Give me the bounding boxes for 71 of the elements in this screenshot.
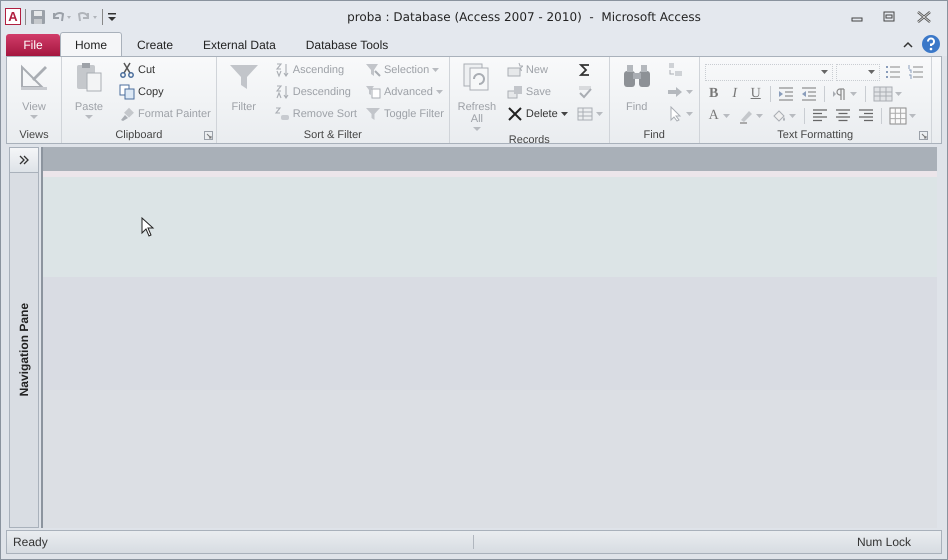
file-tab[interactable]: File xyxy=(6,34,60,56)
clear-sort-icon xyxy=(274,106,290,122)
caret-icon xyxy=(686,90,694,94)
caret-icon xyxy=(788,114,797,118)
numbered-list-icon xyxy=(908,64,924,80)
caret-icon xyxy=(894,92,903,96)
dialog-launcher-icon[interactable] xyxy=(918,131,928,140)
caret-icon xyxy=(560,112,569,116)
caret-icon xyxy=(686,112,694,116)
advanced-filter-icon xyxy=(364,84,381,100)
caret-icon xyxy=(432,68,440,72)
caret-icon xyxy=(850,92,858,96)
status-indicator: Num Lock xyxy=(856,535,912,549)
expand-pane-icon[interactable] xyxy=(18,155,30,165)
filter-selection-icon xyxy=(364,62,381,78)
gridlines-icon xyxy=(872,84,893,104)
funnel-icon xyxy=(364,106,381,122)
indent-icon xyxy=(778,86,794,102)
ribbon-button[interactable]: Cut xyxy=(117,59,213,81)
group-label: Text Formatting xyxy=(777,129,854,141)
caret-icon xyxy=(820,70,829,74)
sort-descending-icon xyxy=(274,84,290,100)
caret-icon xyxy=(596,112,604,116)
ribbon-button[interactable]: Copy xyxy=(117,81,213,103)
scissors-icon xyxy=(119,62,135,78)
ribbon-button[interactable]: Delete xyxy=(504,103,571,125)
align-left-icon xyxy=(812,108,828,124)
new-record-icon xyxy=(506,62,523,78)
caret-icon xyxy=(30,115,38,120)
group-label: Records xyxy=(508,134,550,146)
paintbrush-icon xyxy=(119,106,135,122)
group-label: Clipboard xyxy=(115,129,162,141)
navigation-pane-label[interactable]: Navigation Pane xyxy=(17,303,31,397)
mouse-pointer-icon xyxy=(141,217,155,237)
save-icon xyxy=(506,84,523,100)
ribbon-tab[interactable]: External Data xyxy=(188,32,291,56)
copy-icon xyxy=(119,84,135,100)
dialog-launcher-icon[interactable] xyxy=(204,131,213,140)
ribbon-tab[interactable]: Create xyxy=(122,32,188,56)
arrow-right-icon xyxy=(666,84,683,100)
caret-icon xyxy=(722,114,731,118)
replace-icon xyxy=(666,62,683,78)
group-label: Views xyxy=(19,129,49,141)
dropdown-field[interactable] xyxy=(704,64,833,80)
group-label: Sort & Filter xyxy=(304,129,362,141)
delete-icon xyxy=(506,106,523,122)
caret-icon xyxy=(85,115,93,120)
ribbon-tab[interactable]: Home xyxy=(60,32,122,57)
save-icon[interactable] xyxy=(30,8,46,24)
caret-icon xyxy=(472,127,481,132)
grid-icon xyxy=(888,107,907,125)
caret-icon xyxy=(756,114,764,118)
highlighter-icon xyxy=(738,108,754,124)
caret-icon xyxy=(908,114,917,118)
dropdown-field[interactable] xyxy=(836,64,880,80)
paint-bucket-icon xyxy=(770,108,787,124)
app-logo[interactable]: A xyxy=(5,8,21,25)
status-text: Ready xyxy=(7,535,474,549)
align-right-icon xyxy=(858,108,874,124)
sort-ascending-icon xyxy=(274,62,290,78)
outdent-icon xyxy=(800,86,817,102)
caret-icon xyxy=(868,70,876,74)
help-icon[interactable] xyxy=(921,34,941,54)
spelling-check-icon xyxy=(576,84,593,100)
bullet-list-icon xyxy=(884,64,901,80)
window-title: proba : Database (Access 2007 - 2010) - Microsoft Access xyxy=(346,10,702,24)
table-icon xyxy=(576,106,593,122)
group-label: Find xyxy=(643,129,665,141)
align-center-icon xyxy=(834,108,851,124)
caret-icon xyxy=(436,90,444,94)
ribbon-tab[interactable]: Database Tools xyxy=(290,32,404,56)
